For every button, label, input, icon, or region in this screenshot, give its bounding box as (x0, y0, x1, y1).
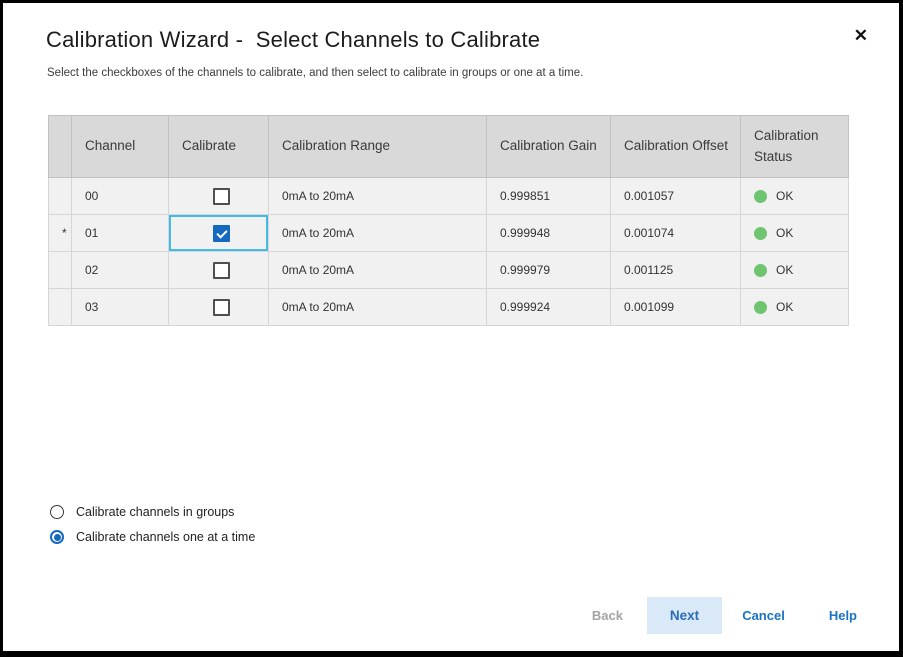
wizard-footer: Back Next Cancel Help (592, 596, 857, 634)
column-header-calibration-gain[interactable]: Calibration Gain (487, 116, 611, 178)
calibrate-cell[interactable] (169, 289, 269, 326)
column-header-calibration-offset[interactable]: Calibration Offset (611, 116, 741, 178)
column-header-calibration-range[interactable]: Calibration Range (269, 116, 487, 178)
calibrate-cell[interactable] (169, 215, 269, 252)
dialog-instructions: Select the checkboxes of the channels to… (47, 67, 583, 79)
calibration-range-cell: 0mA to 20mA (269, 289, 487, 326)
radio-option-groups[interactable]: Calibrate channels in groups (50, 505, 234, 519)
calibrate-checkbox-01[interactable] (213, 225, 230, 242)
calibrate-cell[interactable] (169, 178, 269, 215)
table-row-channel-02[interactable]: 02 0mA to 20mA0.9999790.001125 OK (49, 252, 849, 289)
calibration-range-cell: 0mA to 20mA (269, 215, 487, 252)
calibration-status-cell: OK (741, 178, 849, 215)
calibration-wizard-dialog: Calibration Wizard - Select Channels to … (3, 3, 899, 651)
status-indicator: OK (754, 226, 840, 240)
calibration-range-cell: 0mA to 20mA (269, 178, 487, 215)
calibration-status-cell: OK (741, 289, 849, 326)
row-edit-indicator (49, 178, 72, 215)
calibrate-checkbox-03[interactable] (213, 299, 230, 316)
dialog-title: Calibration Wizard - Select Channels to … (46, 27, 540, 53)
status-indicator: OK (754, 263, 840, 277)
channel-cell: 02 (72, 252, 169, 289)
table-row-channel-01[interactable]: *01 0mA to 20mA0.9999480.001074 OK (49, 215, 849, 252)
calibration-gain-cell: 0.999948 (487, 215, 611, 252)
channel-cell: 01 (72, 215, 169, 252)
status-ok-icon (754, 301, 767, 314)
table-row-channel-00[interactable]: 00 0mA to 20mA0.9998510.001057 OK (49, 178, 849, 215)
status-ok-icon (754, 190, 767, 203)
help-button[interactable]: Help (829, 608, 857, 623)
row-edit-indicator (49, 289, 72, 326)
row-edit-indicator: * (49, 215, 72, 252)
close-icon[interactable]: ✕ (854, 27, 868, 44)
calibration-offset-cell: 0.001057 (611, 178, 741, 215)
table-body: 000mA to 20mA0.9998510.001057OK*010mA to… (49, 178, 849, 326)
radio-button-one-at-a-time-icon[interactable] (50, 530, 64, 544)
calibration-gain-cell: 0.999924 (487, 289, 611, 326)
calibrate-cell[interactable] (169, 252, 269, 289)
channel-cell: 03 (72, 289, 169, 326)
status-text: OK (776, 300, 793, 314)
status-text: OK (776, 226, 793, 240)
calibration-gain-cell: 0.999851 (487, 178, 611, 215)
calibration-range-cell: 0mA to 20mA (269, 252, 487, 289)
cancel-button[interactable]: Cancel (742, 608, 785, 623)
status-indicator: OK (754, 300, 840, 314)
calibration-status-cell: OK (741, 215, 849, 252)
calibration-offset-cell: 0.001074 (611, 215, 741, 252)
status-text: OK (776, 189, 793, 203)
row-edit-indicator (49, 252, 72, 289)
calibrate-checkbox-00[interactable] (213, 188, 230, 205)
calibration-status-cell: OK (741, 252, 849, 289)
next-button[interactable]: Next (647, 597, 722, 634)
channels-table: ChannelCalibrateCalibration RangeCalibra… (48, 115, 849, 326)
radio-label-one-at-a-time: Calibrate channels one at a time (76, 530, 255, 544)
radio-option-one-at-a-time[interactable]: Calibrate channels one at a time (50, 530, 255, 544)
calibration-offset-cell: 0.001099 (611, 289, 741, 326)
radio-button-groups-icon[interactable] (50, 505, 64, 519)
status-text: OK (776, 263, 793, 277)
table-row-channel-03[interactable]: 03 0mA to 20mA0.9999240.001099 OK (49, 289, 849, 326)
status-ok-icon (754, 264, 767, 277)
channel-cell: 00 (72, 178, 169, 215)
column-header-calibrate[interactable]: Calibrate (169, 116, 269, 178)
back-button: Back (592, 608, 623, 623)
column-header-row-selector[interactable] (49, 116, 72, 178)
status-ok-icon (754, 227, 767, 240)
calibration-gain-cell: 0.999979 (487, 252, 611, 289)
column-header-channel[interactable]: Channel (72, 116, 169, 178)
status-indicator: OK (754, 189, 840, 203)
table-header-row: ChannelCalibrateCalibration RangeCalibra… (49, 116, 849, 178)
column-header-calibration-status[interactable]: Calibration Status (741, 116, 849, 178)
calibration-offset-cell: 0.001125 (611, 252, 741, 289)
calibrate-checkbox-02[interactable] (213, 262, 230, 279)
radio-label-groups: Calibrate channels in groups (76, 505, 234, 519)
